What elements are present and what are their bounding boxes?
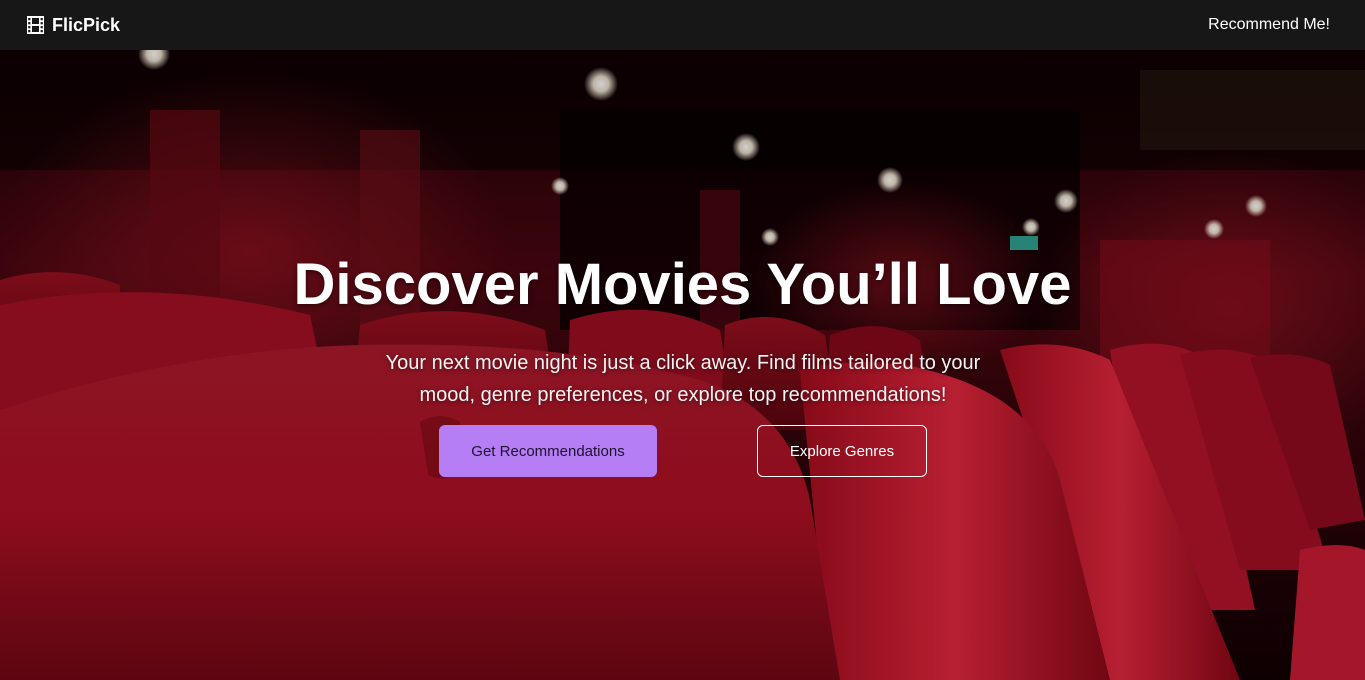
hero-title: Discover Movies You’ll Love <box>293 252 1072 317</box>
hero-content: Discover Movies You’ll Love Your next mo… <box>0 50 1365 680</box>
get-recommendations-button[interactable]: Get Recommendations <box>439 425 657 477</box>
navbar: FlicPick Recommend Me! <box>0 0 1365 50</box>
hero-section: Discover Movies You’ll Love Your next mo… <box>0 50 1365 680</box>
explore-genres-button[interactable]: Explore Genres <box>757 425 927 477</box>
hero-subtitle: Your next movie night is just a click aw… <box>385 352 981 406</box>
film-icon <box>27 16 44 34</box>
nav-link-recommend[interactable]: Recommend Me! <box>1208 16 1330 34</box>
brand-name: FlicPick <box>52 14 121 35</box>
brand[interactable]: FlicPick <box>27 15 120 36</box>
